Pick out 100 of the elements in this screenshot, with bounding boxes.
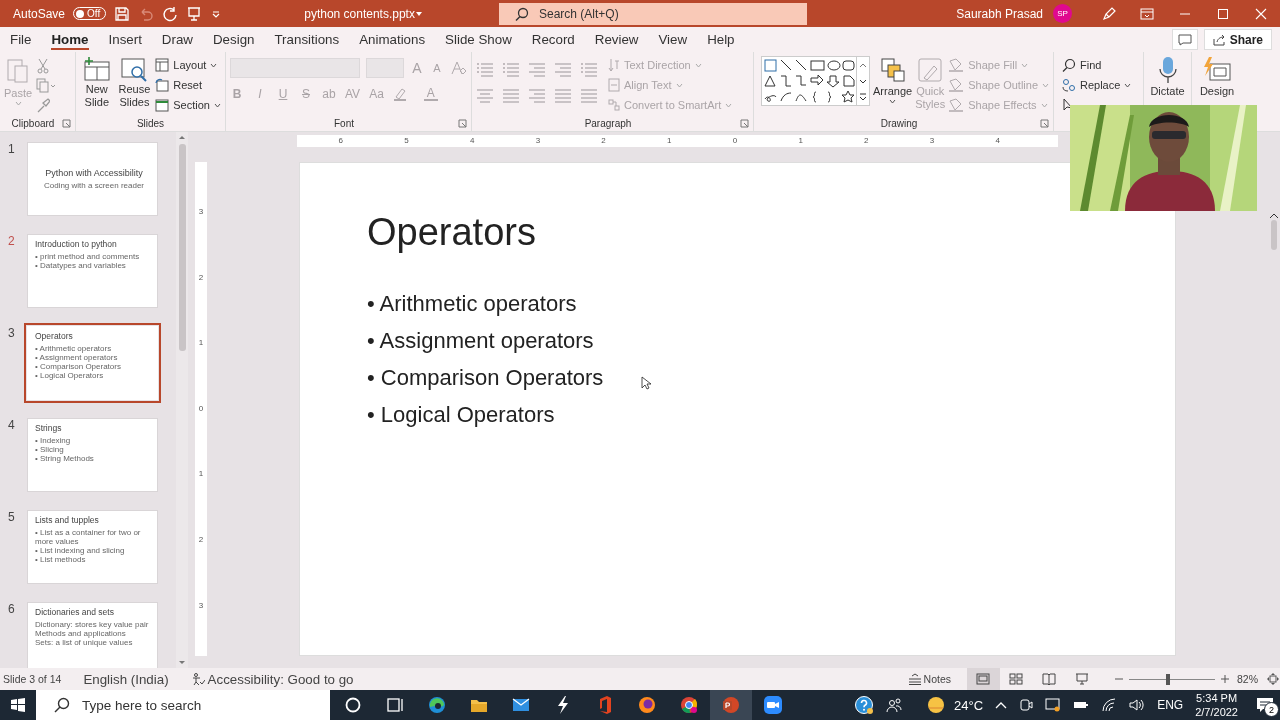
ribbon-display-icon[interactable] [1140,7,1154,20]
reset-button[interactable]: Reset [155,76,221,94]
ruler-number: 3 [197,206,205,218]
user-avatar[interactable]: SP [1053,4,1072,23]
presentation-icon[interactable] [186,5,203,22]
thumbnail-text: • Assignment operators [35,353,119,362]
section-button[interactable]: Section [155,96,221,114]
dialog-launcher-icon[interactable] [1040,119,1049,128]
bullet-text: • Comparison Operators [367,364,604,391]
slide-thumbnail[interactable]: Strings • Indexing • Slicing • String Methods [27,418,158,492]
ribbon-tab[interactable]: Help [707,27,745,52]
meet-icon[interactable] [1019,698,1034,712]
fit-to-window-icon[interactable] [1266,672,1280,686]
slide-sorter-icon [1009,673,1024,685]
input-language[interactable]: ENG [1157,698,1184,712]
taskbar-search-field[interactable]: Type here to search [36,690,330,720]
caret-icon [14,101,22,106]
comment-icon [1177,33,1192,46]
ribbon-tab[interactable]: Home [51,27,99,52]
ribbon-tab[interactable]: Review [594,27,649,52]
maximize-icon[interactable] [1217,7,1229,20]
file-name[interactable]: python contents.pptx [304,6,415,21]
help-icon[interactable] [854,695,875,715]
pen-icon[interactable] [1101,5,1117,22]
ribbon-tab[interactable]: Draw [161,27,203,52]
ribbon-tab[interactable]: File [10,27,42,52]
dialog-launcher-icon[interactable] [62,119,71,128]
normal-view-icon [976,673,991,685]
collapse-ribbon-icon[interactable] [1269,212,1279,220]
scrollbar-thumb[interactable] [1271,220,1277,250]
redo-icon[interactable] [162,5,179,22]
display-icon[interactable] [1045,698,1062,712]
slide-thumbnail[interactable]: Dictionaries and sets Dictionary: stores key value pair Methods and applications Sets: a list of unique values [27,602,158,668]
ribbon-tab[interactable]: Design [212,27,265,52]
chevron-up-icon[interactable] [995,700,1008,710]
slideshow-icon [1075,673,1090,685]
thumbnail-text: Sets: a list of unique values [35,638,134,647]
notes-button[interactable]: Notes [907,673,951,685]
new-slide-icon [81,56,112,82]
thumbnail-text: Coding with a screen reader [43,181,145,190]
clock[interactable]: 5:34 PM 2/7/2022 [1195,691,1238,719]
ribbon-tab[interactable]: Slide Show [445,27,522,52]
language-button[interactable]: English (India) [83,671,169,687]
save-icon[interactable] [114,5,131,22]
thumbnail-title: Lists and tupples [35,515,100,525]
scrollbar-thumb[interactable] [178,144,186,351]
slide-number: 2 [7,234,16,250]
ribbon-tab[interactable]: Animations [359,27,436,52]
notes-icon [907,673,922,685]
windows-icon [10,697,26,713]
replace-button[interactable]: Replace [1062,76,1139,94]
design-ideas-button[interactable]: Design [1199,56,1235,98]
slide-thumbnail[interactable]: Operators • Arithmetic operators • Assignment operators • Comparison Operators • Logical Operators [27,326,158,400]
group-label: Font [333,118,355,129]
new-slide-button[interactable]: New Slide [80,56,114,109]
find-button[interactable]: Find [1062,56,1139,74]
zoom-thumb[interactable] [1165,673,1170,685]
accessibility-button[interactable]: Accessibility: Good to go [190,671,354,687]
temperature[interactable]: 24°C [954,697,984,713]
slide-thumbnail[interactable]: Lists and tupples • List as a container for two or more values • List indexing and slicing • List methods [27,510,158,584]
reuse-slides-button[interactable]: Reuse Slides [117,56,152,109]
ruler-number: 1 [666,135,673,147]
slide-title: Operators [367,211,537,254]
ruler-number: 2 [197,271,205,284]
layout-button[interactable]: Layout [155,56,221,74]
zoom-level[interactable]: 82% [1237,673,1258,685]
zoom-in-icon[interactable] [1221,675,1229,683]
share-button[interactable]: Share [1203,29,1272,50]
speaker-icon[interactable] [1129,698,1146,712]
ribbon-tab[interactable]: Transitions [274,27,350,52]
people-icon[interactable] [886,697,903,713]
ribbon-tab[interactable]: Record [531,27,585,52]
arrange-button[interactable]: Arrange [873,56,913,104]
comments-button[interactable] [1171,29,1198,50]
caret-icon [414,10,423,17]
weather-icon[interactable] [926,695,947,715]
close-icon[interactable] [1255,7,1267,20]
user-name: Saurabh Prasad [956,6,1043,21]
microphone-icon [1157,56,1178,84]
ribbon-tab[interactable]: Insert [108,27,152,52]
group-label: Clipboard [10,118,56,129]
view-button[interactable] [967,668,1000,690]
thumbnail-text: • Comparison Operators [35,362,122,371]
dictate-button[interactable]: Dictate [1150,56,1185,98]
ruler-number: 0 [197,402,205,415]
caret-icon [694,62,702,68]
group-label: Drawing [879,118,919,129]
wifi-icon[interactable] [1101,698,1118,712]
slide-thumbnail[interactable]: Python with Accessibility Coding with a screen reader [27,142,158,216]
arrange-icon [878,56,907,84]
ribbon-tab[interactable]: View [658,27,698,52]
slide-thumbnail[interactable]: Introduction to python • print method and comments • Datatypes and variables [27,234,158,308]
battery-icon[interactable] [1073,700,1090,710]
design-ideas-icon [1202,56,1232,84]
search-field[interactable]: Search (Alt+Q) [498,2,807,25]
ruler-number: 6 [337,135,345,147]
thumbnail-title: Dictionaries and sets [35,607,115,617]
format-painter-icon[interactable] [36,98,51,114]
zoom-out-icon[interactable] [1115,675,1123,683]
thumbnail-text: • List methods [35,555,87,564]
